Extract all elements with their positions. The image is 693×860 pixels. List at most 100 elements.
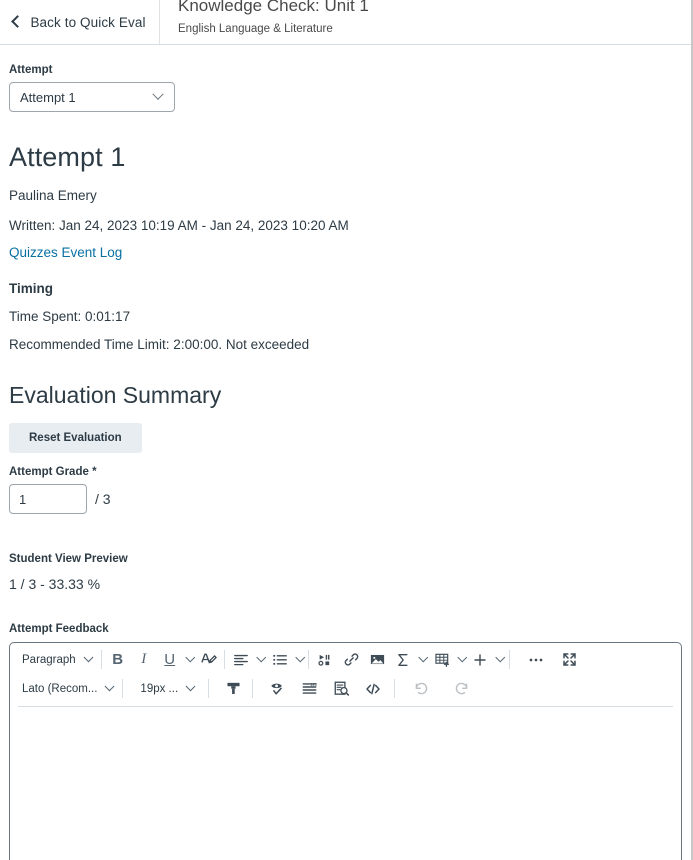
toolbar-separator: [252, 679, 254, 698]
attempt-feedback-label: Attempt Feedback: [9, 623, 109, 635]
table-icon: [435, 653, 449, 667]
chevron-down-icon: [256, 652, 267, 662]
chevron-down-icon: [495, 652, 506, 662]
attempt-select[interactable]: Attempt 1: [9, 82, 175, 112]
bold-icon: B: [112, 651, 124, 668]
svg-text:123: 123: [310, 682, 318, 687]
back-to-quick-eval-button[interactable]: Back to Quick Eval: [0, 0, 160, 44]
italic-button[interactable]: I: [131, 648, 157, 672]
chevron-down-icon: [185, 652, 195, 662]
list-icon-wrap: [267, 648, 293, 672]
quizzes-event-log-link[interactable]: Quizzes Event Log: [9, 245, 122, 260]
fullscreen-button[interactable]: [557, 648, 583, 672]
bulleted-list-icon: [273, 654, 287, 665]
line-numbers-icon: 123: [302, 682, 318, 694]
format-painter-icon: [227, 682, 240, 694]
quiz-evaluation-page: Back to Quick Eval Knowledge Check: Unit…: [0, 0, 693, 860]
chevron-down-icon: [104, 681, 115, 692]
editor-toolbar-row-1: Paragraph B I U: [10, 645, 681, 674]
html-code-icon: [366, 683, 380, 694]
grade-denominator: / 3: [95, 491, 111, 507]
underline-icon: U: [164, 651, 176, 668]
font-family-dropdown[interactable]: Lato (Recom...: [14, 677, 119, 701]
undo-icon: [415, 682, 427, 695]
font-size-dropdown[interactable]: 19px ...: [132, 677, 200, 701]
format-painter-button[interactable]: [220, 677, 246, 701]
bulleted-list-button[interactable]: [267, 648, 306, 672]
paragraph-format-dropdown[interactable]: Paragraph: [14, 648, 98, 672]
chevron-down-icon: [457, 652, 467, 662]
attempt-select-label: Attempt: [9, 64, 53, 76]
image-button[interactable]: [364, 648, 390, 672]
feedback-text-area[interactable]: [10, 707, 681, 860]
chevron-down-icon: [295, 652, 305, 662]
header-title-block: Knowledge Check: Unit 1 English Language…: [160, 0, 369, 44]
attempt-grade-row: / 3: [9, 484, 682, 514]
media-button[interactable]: [312, 648, 338, 672]
page-title: Knowledge Check: Unit 1: [178, 0, 369, 15]
italic-icon: I: [141, 651, 147, 667]
undo-button[interactable]: [408, 677, 434, 701]
toolbar-separator: [394, 679, 396, 698]
media-icon: [318, 654, 330, 666]
plus-icon-wrap: [467, 648, 493, 672]
font-size-label: 19px ...: [140, 682, 179, 695]
underline-icon-wrap: U: [157, 648, 183, 672]
attempt-select-value: Attempt 1: [20, 89, 76, 105]
redo-button[interactable]: [448, 677, 474, 701]
align-icon-wrap: [228, 648, 254, 672]
accessibility-checker-icon: [334, 681, 349, 696]
evaluation-summary-heading: Evaluation Summary: [9, 382, 222, 408]
attempt-grade-input[interactable]: [9, 484, 87, 514]
attempt-feedback-editor: Paragraph B I U Lato (Recom... 19px ... …: [9, 642, 682, 860]
page-body: Attempt Attempt 1 Attempt 1 Paulina Emer…: [0, 64, 691, 860]
page-header: Back to Quick Eval Knowledge Check: Unit…: [0, 0, 691, 45]
spellcheck-button[interactable]: [264, 677, 290, 701]
chevron-down-icon: [185, 681, 196, 692]
bold-button[interactable]: B: [105, 648, 131, 672]
student-view-preview-label: Student View Preview: [9, 553, 128, 565]
timing-heading: Timing: [9, 281, 54, 296]
table-button[interactable]: [429, 648, 468, 672]
text-color-icon: [200, 653, 217, 664]
toolbar-separator: [122, 679, 124, 698]
toolbar-separator: [508, 650, 510, 669]
chevron-down-icon: [83, 652, 94, 663]
underline-button[interactable]: U: [157, 648, 196, 672]
equation-sigma-icon: [398, 653, 408, 666]
equation-button[interactable]: [390, 648, 429, 672]
accessibility-checker-button[interactable]: [328, 677, 354, 701]
back-button-label: Back to Quick Eval: [30, 14, 146, 30]
html-code-button[interactable]: [360, 677, 386, 701]
link-icon: [344, 653, 359, 666]
editor-toolbar-row-2: Lato (Recom... 19px ... 123: [10, 674, 681, 703]
attempt-grade-label: Attempt Grade *: [9, 466, 97, 478]
student-name: Paulina Emery: [9, 188, 97, 203]
time-spent: Time Spent: 0:01:17: [9, 309, 131, 324]
chevron-down-icon: [418, 652, 429, 662]
plus-icon: [474, 653, 486, 666]
align-left-icon: [234, 654, 249, 665]
attempt-heading: Attempt 1: [9, 142, 126, 172]
fullscreen-icon: [563, 653, 576, 666]
chevron-left-icon: [11, 15, 25, 28]
page-subtitle: English Language & Literature: [178, 23, 333, 35]
font-family-label: Lato (Recom...: [22, 682, 98, 695]
redo-icon: [455, 682, 467, 695]
more-options-button[interactable]: [523, 648, 549, 672]
link-button[interactable]: [338, 648, 364, 672]
reset-evaluation-button[interactable]: Reset Evaluation: [9, 423, 142, 453]
text-align-button[interactable]: [228, 648, 267, 672]
text-color-button[interactable]: [195, 648, 221, 672]
toolbar-separator: [308, 650, 310, 669]
line-numbers-button[interactable]: 123: [296, 677, 322, 701]
toolbar-separator: [224, 650, 226, 669]
paragraph-format-label: Paragraph: [22, 653, 76, 666]
time-limit: Recommended Time Limit: 2:00:00. Not exc…: [9, 337, 310, 352]
toolbar-separator: [100, 650, 102, 669]
spellcheck-icon: [270, 683, 282, 695]
table-icon-wrap: [429, 648, 455, 672]
ellipsis-icon: [529, 658, 543, 661]
insert-more-button[interactable]: [467, 648, 506, 672]
student-view-preview-value: 1 / 3 - 33.33 %: [9, 576, 101, 592]
